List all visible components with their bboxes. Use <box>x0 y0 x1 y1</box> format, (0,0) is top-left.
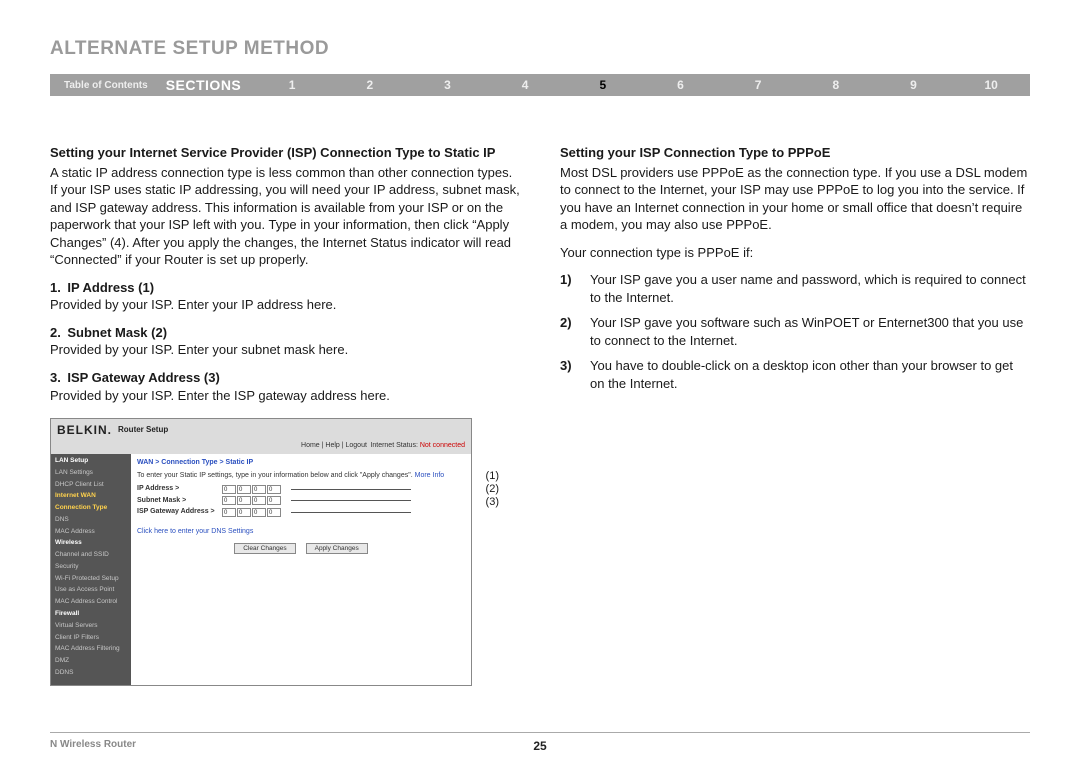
page-title: ALTERNATE SETUP METHOD <box>50 38 1030 60</box>
side-virtual-servers[interactable]: Virtual Servers <box>51 620 131 632</box>
router-main: WAN > Connection Type > Static IP To ent… <box>131 454 471 686</box>
side-mac-filter[interactable]: MAC Address Filtering <box>51 644 131 656</box>
router-top-links: Home | Help | Logout Internet Status: No… <box>51 441 471 453</box>
left-paragraph: A static IP address connection type is l… <box>50 164 520 269</box>
field-ip-label: IP Address > <box>137 484 222 493</box>
subnet-octet-3[interactable]: 0 <box>252 496 266 505</box>
isp-gateway-text: Provided by your ISP. Enter the ISP gate… <box>50 387 520 405</box>
footer: N Wireless Router 25 <box>50 732 1030 753</box>
nav-section-5[interactable]: 5 <box>564 78 642 92</box>
nav-section-9[interactable]: 9 <box>875 78 953 92</box>
callouts: (1) (2) (3) <box>486 470 499 509</box>
nav-section-1[interactable]: 1 <box>253 78 331 92</box>
right-column: Setting your ISP Connection Type to PPPo… <box>560 144 1030 686</box>
nav-section-3[interactable]: 3 <box>409 78 487 92</box>
footer-left: N Wireless Router <box>50 739 533 753</box>
side-mac[interactable]: MAC Address <box>51 526 131 538</box>
nav-section-8[interactable]: 8 <box>797 78 875 92</box>
list1-num: 1) <box>560 271 590 306</box>
list2-num: 2) <box>560 314 590 349</box>
router-sidebar: LAN Setup LAN Settings DHCP Client List … <box>51 454 131 686</box>
side-ap[interactable]: Use as Access Point <box>51 585 131 597</box>
nav-section-2[interactable]: 2 <box>331 78 409 92</box>
subnet-mask-label: 2. Subnet Mask (2) <box>50 324 520 342</box>
side-security[interactable]: Security <box>51 561 131 573</box>
left-heading: Setting your Internet Service Provider (… <box>50 144 520 162</box>
callout-3: (3) <box>486 496 499 509</box>
side-ddns[interactable]: DDNS <box>51 667 131 679</box>
ip-address-label: 1. IP Address (1) <box>50 279 520 297</box>
isp-gateway-label: 3. ISP Gateway Address (3) <box>50 369 520 387</box>
subnet-octet-2[interactable]: 0 <box>237 496 251 505</box>
nav-section-7[interactable]: 7 <box>719 78 797 92</box>
ip-address-text: Provided by your ISP. Enter your IP addr… <box>50 296 520 314</box>
side-connection-type[interactable]: Connection Type <box>51 503 131 515</box>
router-instruction: To enter your Static IP settings, type i… <box>137 471 465 480</box>
page-number: 25 <box>533 739 546 753</box>
gateway-octet-4[interactable]: 0 <box>267 508 281 517</box>
side-mac-control[interactable]: MAC Address Control <box>51 597 131 609</box>
apply-changes-button[interactable]: Apply Changes <box>306 543 368 554</box>
nav-section-6[interactable]: 6 <box>642 78 720 92</box>
ip-octet-3[interactable]: 0 <box>252 485 266 494</box>
side-channel[interactable]: Channel and SSID <box>51 550 131 562</box>
callout-1: (1) <box>486 470 499 483</box>
callout-2: (2) <box>486 483 499 496</box>
right-heading: Setting your ISP Connection Type to PPPo… <box>560 144 1030 162</box>
nav-section-10[interactable]: 10 <box>952 78 1030 92</box>
side-wps[interactable]: Wi-Fi Protected Setup <box>51 573 131 585</box>
field-subnet-label: Subnet Mask > <box>137 496 222 505</box>
gateway-octet-3[interactable]: 0 <box>252 508 266 517</box>
side-internet-wan[interactable]: Internet WAN <box>51 491 131 503</box>
list1-text: Your ISP gave you a user name and passwo… <box>590 271 1030 306</box>
list2-text: Your ISP gave you software such as WinPO… <box>590 314 1030 349</box>
left-column: Setting your Internet Service Provider (… <box>50 144 520 686</box>
nav-section-4[interactable]: 4 <box>486 78 564 92</box>
router-screenshot: BELKIN. Router Setup Home | Help | Logou… <box>50 418 472 686</box>
section-nav: Table of Contents SECTIONS 1 2 3 4 5 6 7… <box>50 74 1030 96</box>
ip-octet-2[interactable]: 0 <box>237 485 251 494</box>
subnet-octet-4[interactable]: 0 <box>267 496 281 505</box>
side-client-ip[interactable]: Client IP Filters <box>51 632 131 644</box>
router-setup-label: Router Setup <box>118 425 168 436</box>
list3-num: 3) <box>560 357 590 392</box>
side-firewall[interactable]: Firewall <box>51 609 131 621</box>
nav-toc[interactable]: Table of Contents <box>50 80 162 91</box>
clear-changes-button[interactable]: Clear Changes <box>234 543 295 554</box>
subnet-octet-1[interactable]: 0 <box>222 496 236 505</box>
router-brand: BELKIN. <box>57 422 112 438</box>
side-lan-settings[interactable]: LAN Settings <box>51 467 131 479</box>
right-paragraph: Most DSL providers use PPPoE as the conn… <box>560 164 1030 234</box>
side-dns[interactable]: DNS <box>51 514 131 526</box>
side-lan-setup[interactable]: LAN Setup <box>51 456 131 468</box>
subnet-mask-text: Provided by your ISP. Enter your subnet … <box>50 341 520 359</box>
right-intro: Your connection type is PPPoE if: <box>560 244 1030 262</box>
list3-text: You have to double-click on a desktop ic… <box>590 357 1030 392</box>
side-dmz[interactable]: DMZ <box>51 656 131 668</box>
dns-settings-link[interactable]: Click here to enter your DNS Settings <box>137 527 465 536</box>
nav-sections-label: SECTIONS <box>162 77 254 93</box>
ip-octet-1[interactable]: 0 <box>222 485 236 494</box>
field-gateway-label: ISP Gateway Address > <box>137 507 222 516</box>
side-wireless[interactable]: Wireless <box>51 538 131 550</box>
gateway-octet-2[interactable]: 0 <box>237 508 251 517</box>
side-dhcp[interactable]: DHCP Client List <box>51 479 131 491</box>
router-breadcrumb: WAN > Connection Type > Static IP <box>137 458 465 467</box>
gateway-octet-1[interactable]: 0 <box>222 508 236 517</box>
ip-octet-4[interactable]: 0 <box>267 485 281 494</box>
